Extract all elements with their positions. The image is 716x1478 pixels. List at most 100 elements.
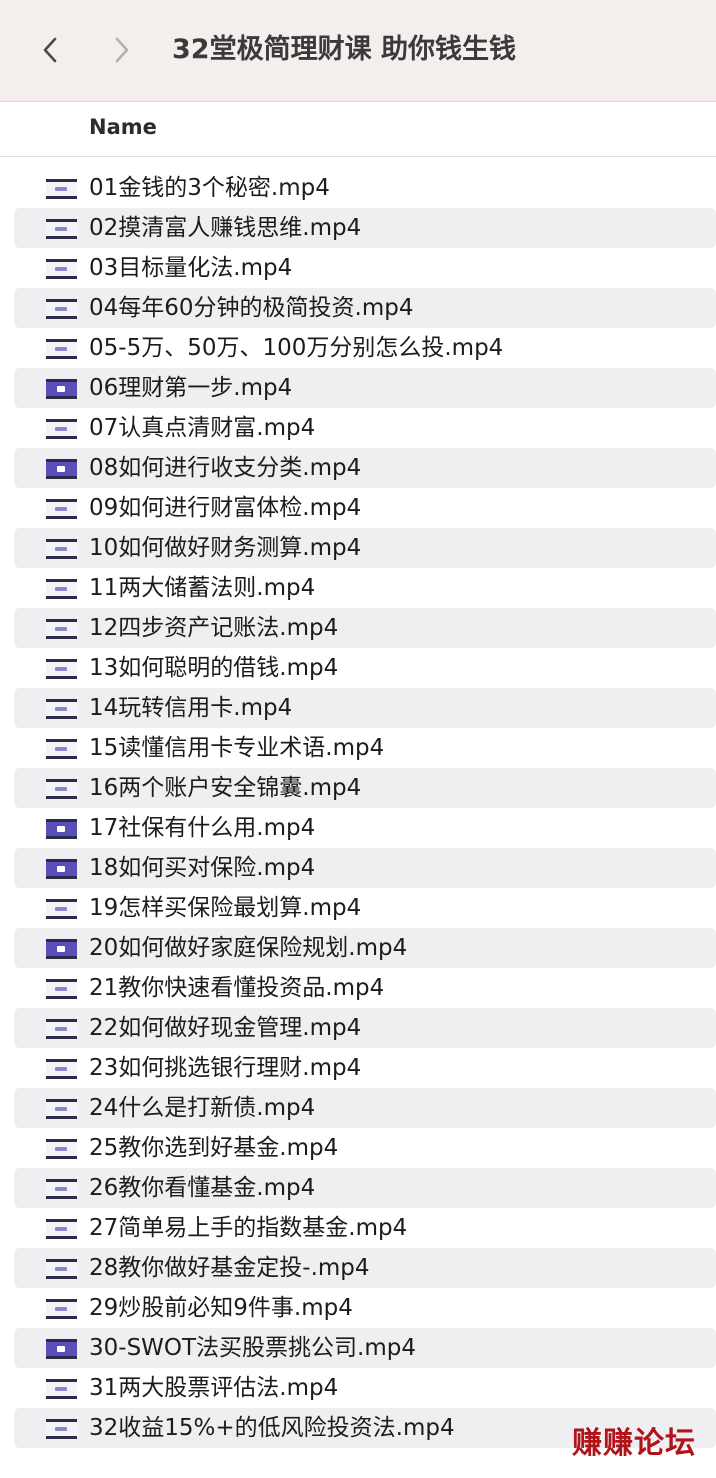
video-file-icon xyxy=(46,179,77,199)
file-row[interactable]: 29炒股前必知9件事.mp4 xyxy=(14,1288,716,1328)
video-file-icon xyxy=(46,299,77,319)
video-file-icon xyxy=(46,379,77,399)
file-row[interactable]: 17社保有什么用.mp4 xyxy=(14,808,716,848)
video-file-icon xyxy=(46,819,77,839)
file-name: 13如何聪明的借钱.mp4 xyxy=(89,655,339,681)
file-row[interactable]: 25教你选到好基金.mp4 xyxy=(14,1128,716,1168)
file-row[interactable]: 18如何买对保险.mp4 xyxy=(14,848,716,888)
file-row[interactable]: 13如何聪明的借钱.mp4 xyxy=(14,648,716,688)
video-file-icon xyxy=(46,499,77,519)
window-title: 32堂极简理财课 助你钱生钱 xyxy=(172,34,516,65)
watermark-text: 赚赚论坛 xyxy=(572,1426,696,1461)
video-file-icon xyxy=(46,539,77,559)
video-file-icon xyxy=(46,419,77,439)
column-header-name[interactable]: Name xyxy=(89,115,157,139)
video-file-icon xyxy=(46,1339,77,1359)
file-name: 32收益15%+的低风险投资法.mp4 xyxy=(89,1415,455,1441)
back-button[interactable] xyxy=(30,30,70,70)
column-header-row: Name xyxy=(0,103,716,157)
video-file-icon xyxy=(46,1179,77,1199)
file-name: 06理财第一步.mp4 xyxy=(89,375,293,401)
file-row[interactable]: 31两大股票评估法.mp4 xyxy=(14,1368,716,1408)
file-row[interactable]: 16两个账户安全锦囊.mp4 xyxy=(14,768,716,808)
file-row[interactable]: 30-SWOT法买股票挑公司.mp4 xyxy=(14,1328,716,1368)
file-row[interactable]: 02摸清富人赚钱思维.mp4 xyxy=(14,208,716,248)
video-file-icon xyxy=(46,339,77,359)
file-row[interactable]: 05-5万、50万、100万分别怎么投.mp4 xyxy=(14,328,716,368)
chevron-right-icon xyxy=(115,37,129,63)
video-file-icon xyxy=(46,1379,77,1399)
file-list: 01金钱的3个秘密.mp4 02摸清富人赚钱思维.mp4 03目标量化法.mp4 04… xyxy=(0,168,716,1448)
file-row[interactable]: 11两大储蓄法则.mp4 xyxy=(14,568,716,608)
file-name: 08如何进行收支分类.mp4 xyxy=(89,455,362,481)
file-name: 22如何做好现金管理.mp4 xyxy=(89,1015,362,1041)
file-name: 19怎样买保险最划算.mp4 xyxy=(89,895,362,921)
file-row[interactable]: 06理财第一步.mp4 xyxy=(14,368,716,408)
file-name: 28教你做好基金定投-.mp4 xyxy=(89,1255,370,1281)
file-row[interactable]: 26教你看懂基金.mp4 xyxy=(14,1168,716,1208)
file-name: 29炒股前必知9件事.mp4 xyxy=(89,1295,353,1321)
file-row[interactable]: 01金钱的3个秘密.mp4 xyxy=(14,168,716,208)
file-name: 23如何挑选银行理财.mp4 xyxy=(89,1055,362,1081)
file-row[interactable]: 04每年60分钟的极简投资.mp4 xyxy=(14,288,716,328)
file-row[interactable]: 21教你快速看懂投资品.mp4 xyxy=(14,968,716,1008)
file-row[interactable]: 27简单易上手的指数基金.mp4 xyxy=(14,1208,716,1248)
file-name: 07认真点清财富.mp4 xyxy=(89,415,316,441)
file-name: 04每年60分钟的极简投资.mp4 xyxy=(89,295,414,321)
forward-button[interactable] xyxy=(102,30,142,70)
file-name: 05-5万、50万、100万分别怎么投.mp4 xyxy=(89,335,504,361)
file-name: 01金钱的3个秘密.mp4 xyxy=(89,175,330,201)
file-row[interactable]: 12四步资产记账法.mp4 xyxy=(14,608,716,648)
video-file-icon xyxy=(46,739,77,759)
video-file-icon xyxy=(46,1019,77,1039)
file-row[interactable]: 22如何做好现金管理.mp4 xyxy=(14,1008,716,1048)
file-name: 31两大股票评估法.mp4 xyxy=(89,1375,339,1401)
video-file-icon xyxy=(46,1299,77,1319)
video-file-icon xyxy=(46,1099,77,1119)
video-file-icon xyxy=(46,899,77,919)
file-row[interactable]: 20如何做好家庭保险规划.mp4 xyxy=(14,928,716,968)
file-row[interactable]: 24什么是打新债.mp4 xyxy=(14,1088,716,1128)
file-row[interactable]: 14玩转信用卡.mp4 xyxy=(14,688,716,728)
video-file-icon xyxy=(46,859,77,879)
video-file-icon xyxy=(46,259,77,279)
file-name: 26教你看懂基金.mp4 xyxy=(89,1175,316,1201)
video-file-icon xyxy=(46,699,77,719)
file-name: 25教你选到好基金.mp4 xyxy=(89,1135,339,1161)
window-toolbar: 32堂极简理财课 助你钱生钱 xyxy=(0,0,716,102)
file-name: 18如何买对保险.mp4 xyxy=(89,855,316,881)
file-row[interactable]: 10如何做好财务测算.mp4 xyxy=(14,528,716,568)
file-row[interactable]: 09如何进行财富体检.mp4 xyxy=(14,488,716,528)
video-file-icon xyxy=(46,1259,77,1279)
file-name: 09如何进行财富体检.mp4 xyxy=(89,495,362,521)
file-name: 30-SWOT法买股票挑公司.mp4 xyxy=(89,1335,417,1361)
video-file-icon xyxy=(46,779,77,799)
file-row[interactable]: 28教你做好基金定投-.mp4 xyxy=(14,1248,716,1288)
file-row[interactable]: 07认真点清财富.mp4 xyxy=(14,408,716,448)
video-file-icon xyxy=(46,659,77,679)
file-row[interactable]: 23如何挑选银行理财.mp4 xyxy=(14,1048,716,1088)
file-row[interactable]: 03目标量化法.mp4 xyxy=(14,248,716,288)
file-name: 21教你快速看懂投资品.mp4 xyxy=(89,975,385,1001)
file-row[interactable]: 15读懂信用卡专业术语.mp4 xyxy=(14,728,716,768)
file-name: 02摸清富人赚钱思维.mp4 xyxy=(89,215,362,241)
video-file-icon xyxy=(46,1419,77,1439)
file-name: 14玩转信用卡.mp4 xyxy=(89,695,293,721)
file-row[interactable]: 19怎样买保险最划算.mp4 xyxy=(14,888,716,928)
file-name: 10如何做好财务测算.mp4 xyxy=(89,535,362,561)
file-name: 12四步资产记账法.mp4 xyxy=(89,615,339,641)
video-file-icon xyxy=(46,459,77,479)
video-file-icon xyxy=(46,219,77,239)
video-file-icon xyxy=(46,1059,77,1079)
video-file-icon xyxy=(46,1219,77,1239)
video-file-icon xyxy=(46,619,77,639)
file-name: 24什么是打新债.mp4 xyxy=(89,1095,316,1121)
video-file-icon xyxy=(46,1139,77,1159)
video-file-icon xyxy=(46,579,77,599)
video-file-icon xyxy=(46,939,77,959)
video-file-icon xyxy=(46,979,77,999)
file-name: 03目标量化法.mp4 xyxy=(89,255,293,281)
file-row[interactable]: 08如何进行收支分类.mp4 xyxy=(14,448,716,488)
file-name: 27简单易上手的指数基金.mp4 xyxy=(89,1215,408,1241)
chevron-left-icon xyxy=(43,37,57,63)
